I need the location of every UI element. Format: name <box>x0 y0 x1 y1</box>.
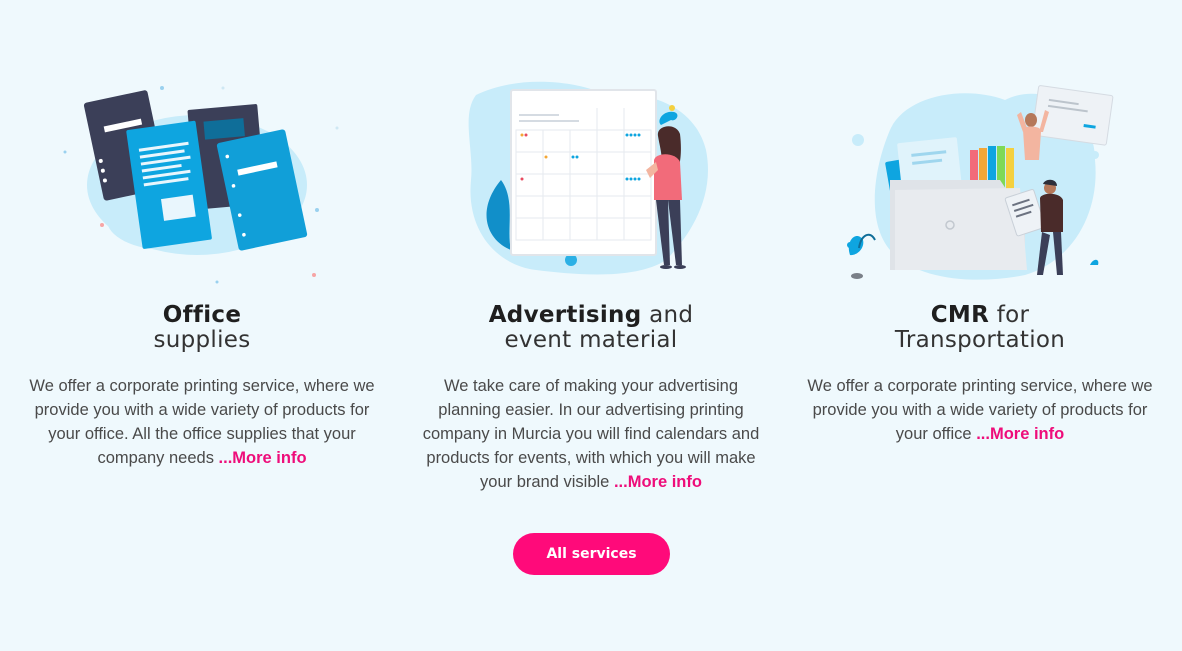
service-title-light: Transportation <box>894 327 1066 353</box>
service-title: CMR for Transportation <box>795 303 1165 353</box>
service-description: We take care of making your advertising … <box>406 374 776 494</box>
service-title-light-inline: and <box>649 302 694 328</box>
all-services-button[interactable]: All services <box>513 533 670 575</box>
more-info-link[interactable]: ...More info <box>614 473 702 491</box>
service-description-text: We offer a corporate printing service, w… <box>29 377 375 467</box>
service-title-light: event material <box>504 327 678 353</box>
service-title-light: supplies <box>153 327 251 353</box>
service-card-office-supplies: Office supplies We offer a corporate pri… <box>17 70 387 470</box>
service-title: Office supplies <box>17 303 387 353</box>
advertising-calendar-illustration <box>468 81 708 275</box>
service-description: We offer a corporate printing service, w… <box>795 374 1165 446</box>
more-info-link[interactable]: ...More info <box>219 449 307 467</box>
more-info-link[interactable]: ...More info <box>976 425 1064 443</box>
services-section: Office supplies We offer a corporate pri… <box>0 0 1182 651</box>
cmr-transport-illustration <box>847 85 1114 280</box>
service-description-text: We take care of making your advertising … <box>422 377 760 491</box>
service-card-advertising: Advertising and event material We take c… <box>406 70 776 494</box>
office-supplies-illustration <box>63 86 339 284</box>
service-title-strong: CMR <box>930 302 990 328</box>
service-title: Advertising and event material <box>406 303 776 353</box>
service-title-strong: Advertising <box>488 302 642 328</box>
service-title-light-inline: for <box>996 302 1030 328</box>
service-card-cmr: CMR for Transportation We offer a corpor… <box>795 70 1165 446</box>
service-description: We offer a corporate printing service, w… <box>17 374 387 470</box>
service-title-strong: Office <box>162 302 242 328</box>
